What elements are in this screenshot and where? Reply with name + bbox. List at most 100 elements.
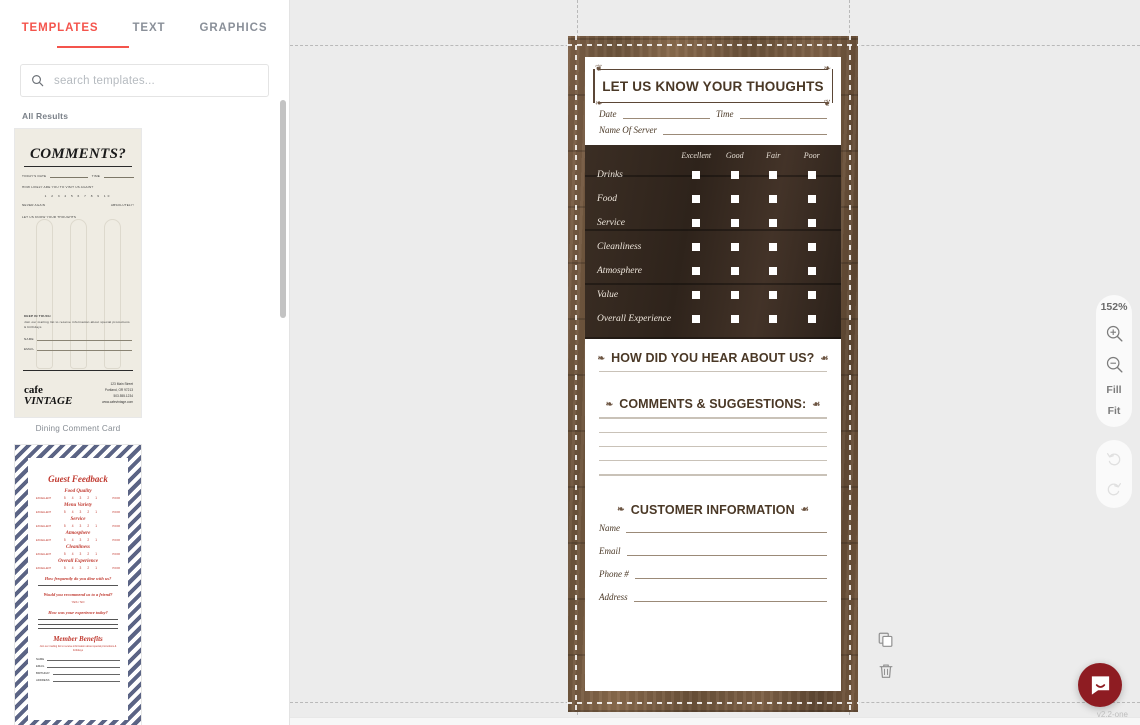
checkbox-good[interactable]: [730, 171, 739, 179]
chat-launcher-button[interactable]: [1078, 663, 1122, 707]
field-line-date[interactable]: [622, 118, 710, 119]
checkbox-fair[interactable]: [769, 195, 778, 203]
field-line-name[interactable]: [626, 531, 827, 533]
zoom-out-button[interactable]: [1103, 353, 1125, 375]
sidebar-scrollbar[interactable]: [280, 96, 286, 715]
checkbox-good[interactable]: [730, 267, 739, 275]
scale-numbers: 5 4 3 2 1: [63, 510, 100, 514]
write-line[interactable]: [599, 431, 827, 433]
comment-card-document[interactable]: ❦ ❧ ❧ ❦ LET US KNOW YOUR THOUGHTS Date T…: [585, 57, 841, 691]
table-row: Service: [585, 211, 841, 235]
checkbox-poor[interactable]: [807, 291, 816, 299]
thumb-section: Menu Variety: [64, 503, 92, 508]
thumb-section: Atmosphere: [65, 531, 91, 536]
template-card[interactable]: COMMENTS? TODAY'S DATE TIME HOW LIKELY A…: [14, 128, 142, 437]
thumb-title: Guest Feedback: [48, 474, 108, 484]
checkbox-fair[interactable]: [769, 267, 778, 275]
thumb-question: How was your experience today?: [48, 609, 108, 615]
template-grid[interactable]: COMMENTS? TODAY'S DATE TIME HOW LIKELY A…: [0, 128, 289, 725]
scale-numbers: 5 4 3 2 1: [63, 538, 100, 542]
fill-button[interactable]: Fill: [1106, 384, 1121, 396]
checkbox-poor[interactable]: [807, 219, 816, 227]
checkbox-excellent[interactable]: [692, 291, 701, 299]
field-line-address[interactable]: [633, 600, 827, 602]
zoom-level-label: 152%: [1100, 301, 1128, 313]
thumb-question: HOW LIKELY ARE YOU TO VISIT US AGAIN?: [22, 185, 94, 189]
checkbox-poor[interactable]: [807, 315, 816, 323]
tab-graphics[interactable]: GRAPHICS: [197, 18, 269, 48]
rating-row-label: Drinks: [597, 170, 623, 180]
checkbox-excellent[interactable]: [692, 315, 701, 323]
thumb-rating-block: Food Quality EXCELLENT 5 4 3 2 1 POOR Menu…: [36, 489, 120, 570]
scale-low: EXCELLENT: [36, 566, 52, 570]
scale-numbers: 5 4 3 2 1: [63, 566, 100, 570]
history-toolbar: [1096, 440, 1132, 508]
checkbox-excellent[interactable]: [692, 195, 701, 203]
scale-low: EXCELLENT: [36, 524, 52, 528]
checkbox-good[interactable]: [730, 195, 739, 203]
delete-button[interactable]: [877, 662, 895, 680]
corner-flourish-br: ❦: [823, 98, 831, 108]
checkbox-good[interactable]: [730, 219, 739, 227]
write-line[interactable]: [599, 371, 827, 373]
write-line[interactable]: [599, 474, 827, 476]
date-time-row: Date Time: [599, 109, 828, 119]
table-row: Food: [585, 187, 841, 211]
undo-icon: [1106, 453, 1121, 466]
rating-table: Excellent Good Fair Poor Drinks Food Ser…: [585, 145, 841, 339]
checkbox-good[interactable]: [730, 315, 739, 323]
checkbox-excellent[interactable]: [692, 171, 701, 179]
write-line[interactable]: [599, 417, 827, 419]
zoom-in-button[interactable]: [1103, 322, 1125, 344]
field-line-server[interactable]: [663, 134, 827, 135]
rating-column-excellent: Excellent: [681, 151, 712, 160]
checkbox-poor[interactable]: [807, 243, 816, 251]
checkbox-fair[interactable]: [769, 171, 778, 179]
scrollbar-thumb[interactable]: [280, 100, 286, 318]
left-sidebar: TEMPLATES TEXT GRAPHICS All Results COMM…: [0, 0, 290, 725]
redo-button[interactable]: [1103, 478, 1125, 500]
template-thumbnail-feedback[interactable]: Guest Feedback Food Quality EXCELLENT 5 4…: [14, 444, 142, 725]
checkbox-fair[interactable]: [769, 315, 778, 323]
field-label-time: Time: [716, 109, 734, 119]
template-card[interactable]: Guest Feedback Food Quality EXCELLENT 5 4…: [14, 444, 142, 725]
thumb-member-sub: Join our mailing list to receive informa…: [39, 645, 117, 653]
corner-flourish-tl: ❦: [595, 63, 603, 73]
checkbox-poor[interactable]: [807, 171, 816, 179]
checkbox-good[interactable]: [730, 243, 739, 251]
search-box[interactable]: [20, 64, 269, 97]
field-label-email: Email: [599, 545, 621, 556]
comments-title: COMMENTS & SUGGESTIONS:: [619, 397, 807, 412]
thumb-member-title: Member Benefits: [53, 635, 103, 644]
field-line-phone[interactable]: [634, 577, 827, 579]
field-line-email[interactable]: [626, 554, 827, 556]
field-label-address: Address: [599, 591, 628, 602]
checkbox-good[interactable]: [730, 291, 739, 299]
duplicate-button[interactable]: [877, 631, 895, 649]
template-thumbnail-dining[interactable]: COMMENTS? TODAY'S DATE TIME HOW LIKELY A…: [14, 128, 142, 418]
write-line[interactable]: [599, 445, 827, 448]
checkbox-excellent[interactable]: [692, 219, 701, 227]
tab-text[interactable]: TEXT: [130, 18, 167, 48]
zoom-in-icon: [1106, 325, 1123, 342]
checkbox-poor[interactable]: [807, 195, 816, 203]
search-input[interactable]: [54, 74, 258, 87]
canvas-area[interactable]: ❦ ❧ ❧ ❦ LET US KNOW YOUR THOUGHTS Date T…: [290, 0, 1140, 725]
checkbox-excellent[interactable]: [692, 267, 701, 275]
write-line[interactable]: [599, 460, 827, 462]
field-line-time[interactable]: [739, 118, 828, 119]
checkbox-fair[interactable]: [769, 219, 778, 227]
checkbox-fair[interactable]: [769, 291, 778, 299]
customer-info-section: ❧ CUSTOMER INFORMATION ☙ Name Email Phon…: [585, 488, 841, 691]
checkbox-fair[interactable]: [769, 243, 778, 251]
undo-button[interactable]: [1103, 448, 1125, 470]
checkbox-excellent[interactable]: [692, 243, 701, 251]
tab-templates[interactable]: TEMPLATES: [20, 18, 101, 48]
table-row: Value: [585, 283, 841, 307]
field-label-date: Date: [599, 109, 617, 119]
artboard[interactable]: ❦ ❧ ❧ ❦ LET US KNOW YOUR THOUGHTS Date T…: [567, 35, 859, 713]
rating-row-label: Value: [597, 290, 619, 300]
checkbox-poor[interactable]: [807, 267, 816, 275]
rating-row-label: Cleanliness: [597, 242, 642, 252]
fit-button[interactable]: Fit: [1108, 405, 1121, 417]
